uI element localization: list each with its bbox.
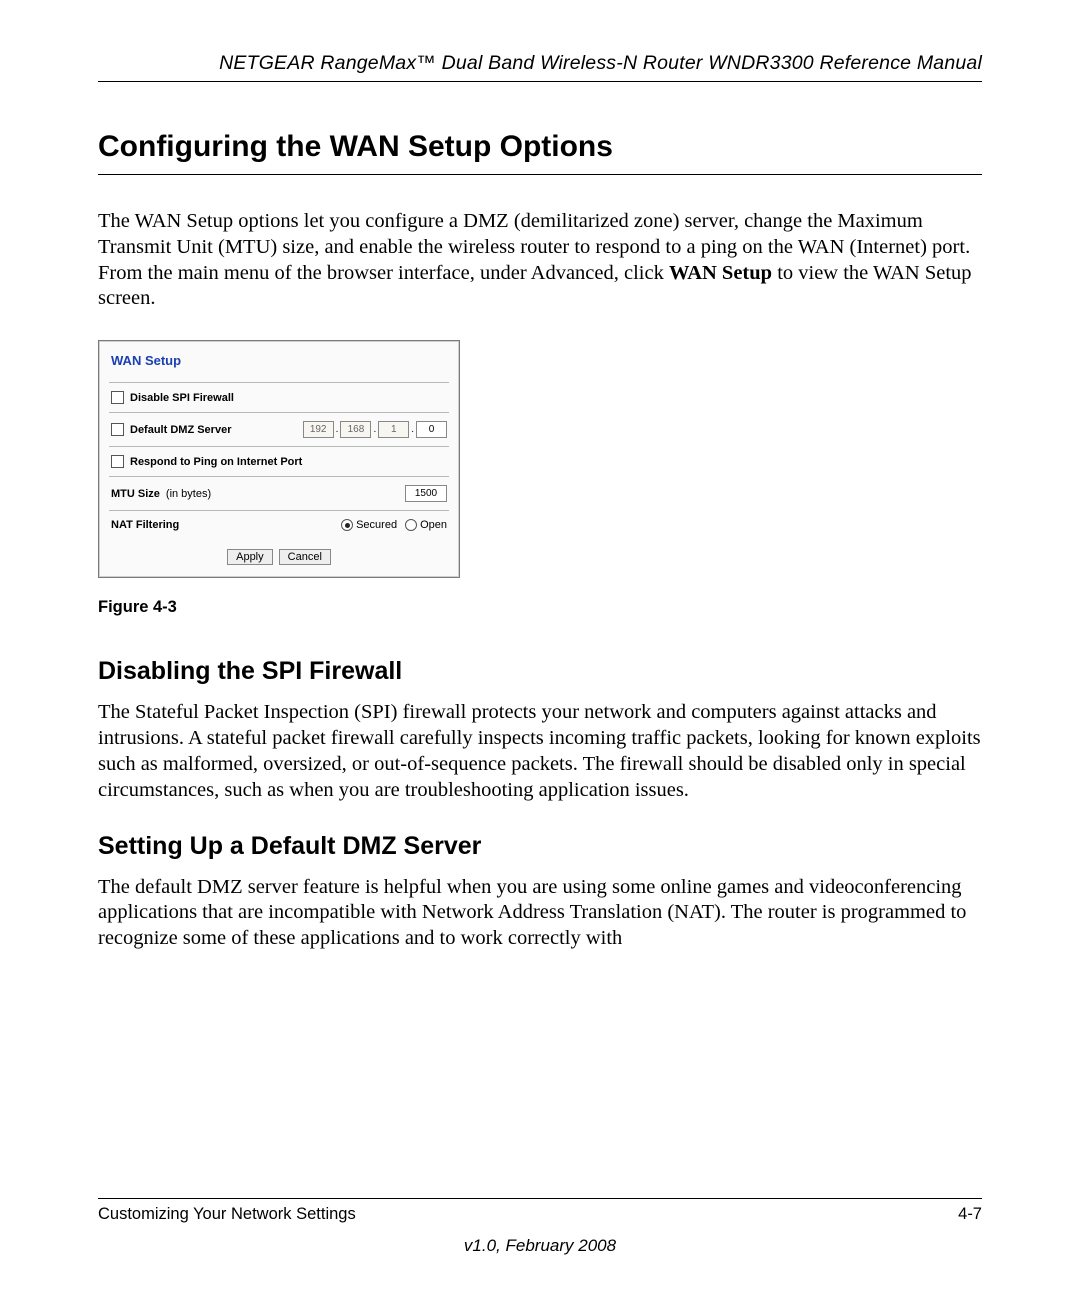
dmz-ip-a[interactable]: 192 [303,421,334,438]
subhead-dmz: Setting Up a Default DMZ Server [98,832,982,861]
footer-right: 4-7 [958,1205,982,1224]
radio-dot-icon [405,519,417,531]
row-default-dmz: Default DMZ Server 192. 168. 1. 0 [109,412,449,446]
panel-title: WAN Setup [109,349,449,382]
input-mtu[interactable]: 1500 [405,485,447,502]
radio-nat-secured[interactable]: Secured [341,519,397,531]
intro-bold: WAN Setup [669,262,772,284]
radio-nat-open[interactable]: Open [405,519,447,531]
dmz-ip-group: 192. 168. 1. 0 [303,421,447,438]
label-nat-open: Open [420,519,447,531]
checkbox-dmz[interactable] [111,423,124,436]
wan-setup-panel: WAN Setup Disable SPI Firewall Default D… [98,340,460,578]
row-mtu: MTU Size (in bytes) 1500 [109,476,449,510]
apply-button[interactable]: Apply [227,549,273,565]
section-title: Configuring the WAN Setup Options [98,130,982,175]
intro-paragraph: The WAN Setup options let you configure … [98,209,982,312]
row-disable-spi: Disable SPI Firewall [109,382,449,412]
label-nat: NAT Filtering [111,519,179,531]
subhead-spi: Disabling the SPI Firewall [98,657,982,686]
footer-left: Customizing Your Network Settings [98,1205,356,1224]
label-mtu: MTU Size [111,488,160,500]
radio-dot-icon [341,519,353,531]
cancel-button[interactable]: Cancel [279,549,331,565]
row-respond-ping: Respond to Ping on Internet Port [109,446,449,476]
checkbox-spi[interactable] [111,391,124,404]
label-default-dmz: Default DMZ Server [130,424,231,436]
figure: WAN Setup Disable SPI Firewall Default D… [98,340,982,617]
label-disable-spi: Disable SPI Firewall [130,392,234,404]
page: NETGEAR RangeMax™ Dual Band Wireless-N R… [0,0,1080,1296]
row-nat: NAT Filtering Secured Open [109,510,449,539]
body-dmz: The default DMZ server feature is helpfu… [98,875,982,952]
body-spi: The Stateful Packet Inspection (SPI) fir… [98,700,982,803]
label-respond-ping: Respond to Ping on Internet Port [130,456,302,468]
label-nat-secured: Secured [356,519,397,531]
checkbox-ping[interactable] [111,455,124,468]
panel-buttons: Apply Cancel [109,539,449,565]
dmz-ip-b[interactable]: 168 [340,421,371,438]
footer-version: v1.0, February 2008 [98,1236,982,1256]
label-mtu-sub: (in bytes) [166,488,211,500]
dmz-ip-d[interactable]: 0 [416,421,447,438]
dmz-ip-c[interactable]: 1 [378,421,409,438]
figure-caption: Figure 4-3 [98,598,982,617]
running-header: NETGEAR RangeMax™ Dual Band Wireless-N R… [98,52,982,82]
page-footer: Customizing Your Network Settings 4-7 v1… [98,1198,982,1256]
